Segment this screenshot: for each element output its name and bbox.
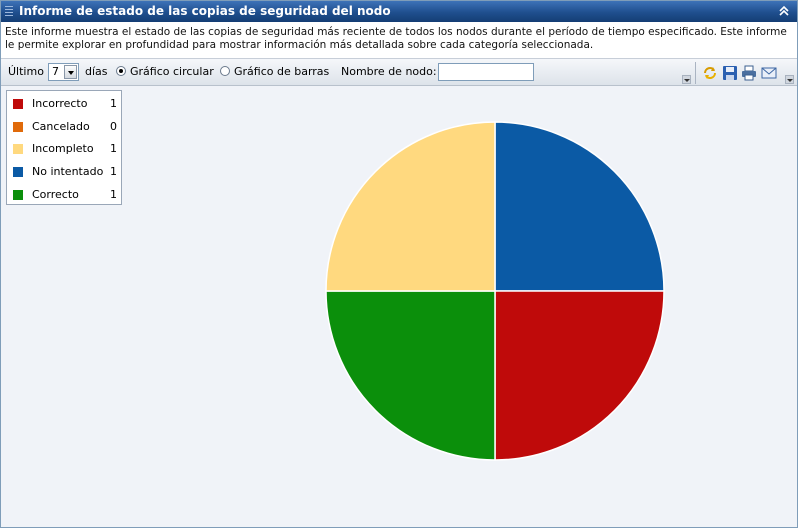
legend-swatch bbox=[13, 190, 23, 200]
legend-item[interactable]: Incorrecto 1 bbox=[13, 97, 117, 111]
pie-chart-label[interactable]: Gráfico circular bbox=[130, 65, 214, 78]
email-icon[interactable] bbox=[761, 65, 777, 81]
print-icon[interactable] bbox=[741, 65, 757, 81]
legend-swatch bbox=[13, 122, 23, 132]
title-bar: Informe de estado de las copias de segur… bbox=[1, 1, 797, 22]
legend-count: 1 bbox=[110, 188, 117, 201]
bar-chart-label[interactable]: Gráfico de barras bbox=[234, 65, 329, 78]
pie-chart bbox=[325, 121, 665, 461]
pie-slice-correcto[interactable] bbox=[325, 290, 496, 461]
legend-count: 1 bbox=[110, 165, 117, 178]
pie-slice-incompleto[interactable] bbox=[325, 121, 496, 292]
refresh-icon[interactable] bbox=[702, 65, 718, 81]
node-name-label: Nombre de nodo: bbox=[341, 65, 437, 78]
legend-item[interactable]: Correcto 1 bbox=[13, 188, 117, 202]
collapse-icon[interactable] bbox=[777, 5, 791, 19]
toolbar-overflow-icon[interactable] bbox=[682, 75, 691, 84]
panel-title: Informe de estado de las copias de segur… bbox=[19, 4, 391, 18]
last-label: Último bbox=[8, 65, 44, 78]
legend-label: Cancelado bbox=[32, 120, 90, 133]
legend-swatch bbox=[13, 99, 23, 109]
legend-item[interactable]: Incompleto 1 bbox=[13, 142, 117, 156]
pie-slice-no-intentado[interactable] bbox=[494, 121, 665, 292]
legend-item[interactable]: No intentado 1 bbox=[13, 165, 117, 179]
days-label: días bbox=[85, 65, 108, 78]
legend-count: 1 bbox=[110, 142, 117, 155]
legend-count: 0 bbox=[110, 120, 117, 133]
legend-label: No intentado bbox=[32, 165, 104, 178]
drag-grip-icon[interactable] bbox=[5, 6, 13, 17]
toolbar-overflow-icon-2[interactable] bbox=[785, 75, 794, 84]
legend-label: Incompleto bbox=[32, 142, 94, 155]
toolbar-divider bbox=[695, 62, 696, 84]
report-toolbar: Último 7 días Gráfico circular Gráfico d… bbox=[1, 58, 797, 86]
report-description: Este informe muestra el estado de las co… bbox=[1, 22, 797, 58]
chart-legend: Incorrecto 1 Cancelado 0 Incompleto 1 No… bbox=[6, 90, 122, 205]
legend-swatch bbox=[13, 144, 23, 154]
legend-swatch bbox=[13, 167, 23, 177]
bar-chart-radio[interactable] bbox=[220, 66, 230, 76]
days-value: 7 bbox=[52, 65, 59, 78]
pie-chart-radio[interactable] bbox=[116, 66, 126, 76]
save-icon[interactable] bbox=[722, 65, 738, 81]
legend-label: Incorrecto bbox=[32, 97, 88, 110]
days-select[interactable]: 7 bbox=[48, 63, 79, 81]
node-name-input[interactable] bbox=[438, 63, 534, 81]
chevron-down-icon[interactable] bbox=[64, 65, 77, 79]
legend-item[interactable]: Cancelado 0 bbox=[13, 120, 117, 134]
pie-slice-incorrecto[interactable] bbox=[494, 290, 665, 461]
legend-count: 1 bbox=[110, 97, 117, 110]
report-panel: Informe de estado de las copias de segur… bbox=[0, 0, 798, 528]
legend-label: Correcto bbox=[32, 188, 79, 201]
